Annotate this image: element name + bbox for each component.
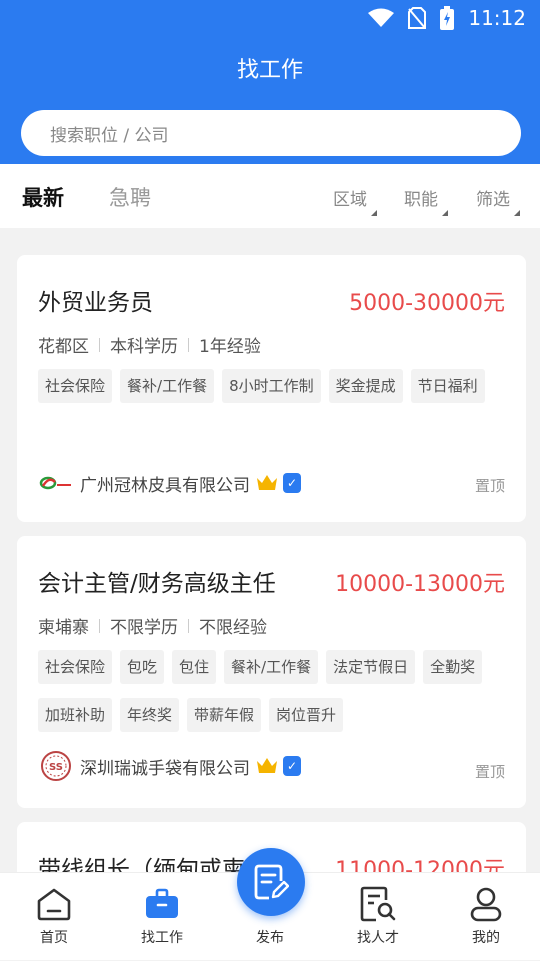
job-salary: 10000-13000元 — [335, 572, 505, 597]
company-name: 深圳瑞诚手袋有限公司 — [80, 758, 250, 779]
job-experience: 不限经验 — [199, 618, 267, 638]
filter-screen[interactable]: 筛选 — [476, 185, 520, 216]
job-title: 会计主管/财务高级主任 — [38, 571, 276, 597]
company-name: 广州冠林皮具有限公司 — [80, 475, 250, 496]
svg-text:SS: SS — [49, 762, 63, 773]
pinned-label: 置顶 — [474, 763, 505, 781]
benefit-tag: 年终奖 — [120, 698, 180, 732]
company-logo: SS — [38, 750, 74, 782]
user-icon — [470, 887, 502, 922]
benefit-tags: 社会保险 包吃 包住 餐补/工作餐 法定节假日 全勤奖 加班补助 年终奖 带薪年… — [38, 650, 508, 746]
edit-note-icon — [254, 864, 289, 900]
filter-function[interactable]: 职能 — [404, 185, 448, 216]
company-row[interactable]: SS 深圳瑞诚手袋有限公司 ✓ — [38, 750, 301, 782]
no-sim-icon — [408, 7, 427, 29]
benefit-tags: 社会保险 餐补/工作餐 8小时工作制 奖金提成 节日福利 — [38, 369, 508, 417]
resume-search-icon — [360, 886, 396, 922]
filter-screen-label: 筛选 — [476, 190, 510, 210]
divider — [188, 337, 189, 352]
job-salary: 5000-30000元 — [349, 291, 505, 316]
job-experience: 1年经验 — [199, 337, 261, 357]
benefit-tag: 法定节假日 — [326, 650, 416, 684]
home-icon — [37, 888, 71, 921]
nav-mine-label: 我的 — [472, 930, 500, 946]
filter-area[interactable]: 区域 — [333, 185, 377, 216]
nav-talent[interactable]: 找人才 — [324, 873, 432, 961]
company-logo — [38, 467, 74, 499]
wifi-icon — [368, 8, 395, 27]
job-location: 花都区 — [38, 337, 89, 357]
briefcase-icon — [146, 888, 178, 918]
page-title: 找工作 — [236, 58, 303, 83]
header: 11:12 找工作 搜索职位 / 公司 — [0, 0, 540, 164]
filter-function-label: 职能 — [404, 190, 438, 210]
crown-icon — [257, 758, 277, 773]
benefit-tag: 包住 — [172, 650, 217, 684]
benefit-tag: 岗位晋升 — [269, 698, 344, 732]
job-card[interactable]: 会计主管/财务高级主任 10000-13000元 柬埔寨 不限学历 不限经验 社… — [17, 536, 526, 808]
tab-bar: 最新 急聘 区域 职能 筛选 — [0, 164, 540, 228]
job-education: 不限学历 — [110, 618, 178, 638]
status-bar: 11:12 — [0, 0, 540, 36]
nav-post-label: 发布 — [256, 930, 284, 946]
battery-charging-icon — [440, 6, 455, 30]
search-placeholder: 搜索职位 / 公司 — [50, 125, 169, 146]
nav-jobs-label: 找工作 — [141, 930, 183, 946]
benefit-tag: 加班补助 — [38, 698, 113, 732]
benefit-tag: 奖金提成 — [328, 369, 403, 403]
benefit-tag: 带薪年假 — [187, 698, 262, 732]
job-meta: 柬埔寨 不限学历 不限经验 — [38, 613, 267, 638]
benefit-tag: 8小时工作制 — [222, 369, 321, 403]
benefit-tag: 节日福利 — [410, 369, 485, 403]
crown-icon — [257, 475, 277, 490]
nav-jobs[interactable]: 找工作 — [108, 873, 216, 961]
job-meta: 花都区 本科学历 1年经验 — [38, 332, 261, 357]
verified-badge-icon: ✓ — [283, 473, 301, 493]
divider — [99, 337, 100, 352]
nav-home[interactable]: 首页 — [0, 873, 108, 961]
nav-home-label: 首页 — [40, 930, 68, 946]
filter-area-label: 区域 — [333, 190, 367, 210]
benefit-tag: 包吃 — [120, 650, 165, 684]
job-location: 柬埔寨 — [38, 618, 89, 638]
search-input[interactable]: 搜索职位 / 公司 — [21, 110, 521, 156]
post-button[interactable] — [237, 848, 305, 916]
dropdown-triangle-icon — [442, 210, 448, 216]
benefit-tag: 餐补/工作餐 — [224, 650, 319, 684]
dropdown-triangle-icon — [371, 210, 377, 216]
benefit-tag: 全勤奖 — [423, 650, 483, 684]
verified-badge-icon: ✓ — [283, 756, 301, 776]
dropdown-triangle-icon — [514, 210, 520, 216]
pinned-label: 置顶 — [474, 477, 505, 495]
job-card[interactable]: 外贸业务员 5000-30000元 花都区 本科学历 1年经验 社会保险 餐补/… — [17, 255, 526, 522]
nav-mine[interactable]: 我的 — [432, 873, 540, 961]
tab-latest[interactable]: 最新 — [22, 182, 64, 212]
benefit-tag: 社会保险 — [38, 369, 113, 403]
job-title: 外贸业务员 — [38, 290, 153, 316]
benefit-tag: 社会保险 — [38, 650, 113, 684]
tab-urgent[interactable]: 急聘 — [109, 182, 151, 212]
company-row[interactable]: 广州冠林皮具有限公司 ✓ — [38, 467, 301, 499]
divider — [99, 618, 100, 633]
benefit-tag: 餐补/工作餐 — [120, 369, 215, 403]
divider — [188, 618, 189, 633]
clock: 11:12 — [468, 6, 526, 30]
nav-talent-label: 找人才 — [357, 930, 399, 946]
job-education: 本科学历 — [110, 337, 178, 357]
